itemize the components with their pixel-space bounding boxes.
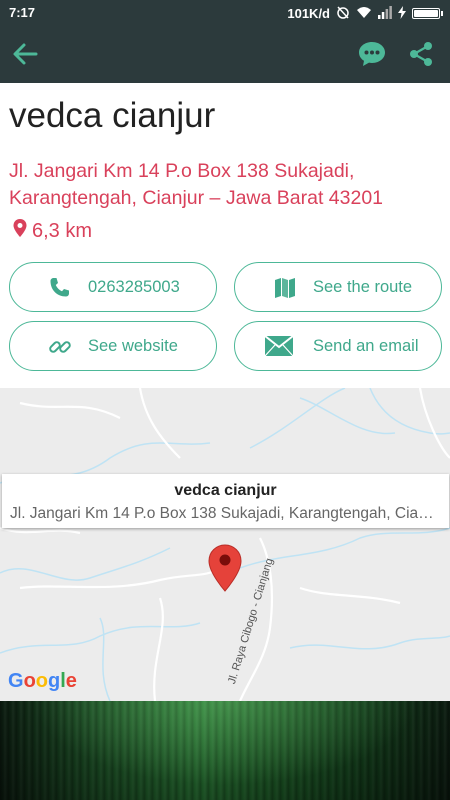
- map-info-window[interactable]: vedca cianjur Jl. Jangari Km 14 P.o Box …: [2, 474, 449, 528]
- status-icons: 101K/d: [287, 5, 443, 22]
- send-email-label: Send an email: [313, 337, 419, 355]
- battery-icon: [412, 8, 443, 19]
- call-button-label: 0263285003: [88, 278, 180, 296]
- location-pin-icon: [12, 218, 28, 244]
- share-icon[interactable]: [408, 41, 434, 67]
- info-window-address: Jl. Jangari Km 14 P.o Box 138 Sukajadi, …: [10, 505, 442, 522]
- status-time: 7:17: [9, 5, 36, 20]
- wifi-icon: [356, 6, 372, 22]
- map-pin-icon[interactable]: [207, 543, 243, 593]
- charging-icon: [398, 5, 406, 22]
- distance-value: 6,3 km: [32, 219, 93, 242]
- alarm-off-icon: [336, 5, 350, 22]
- see-website-label: See website: [88, 337, 178, 355]
- link-icon: [48, 335, 72, 359]
- see-route-button[interactable]: See the route: [234, 262, 442, 312]
- network-speed: 101K/d: [287, 6, 330, 21]
- call-button[interactable]: 0263285003: [9, 262, 217, 312]
- map-icon: [273, 276, 297, 300]
- see-website-button[interactable]: See website: [9, 321, 217, 371]
- send-email-button[interactable]: Send an email: [234, 321, 442, 371]
- app-toolbar: [0, 25, 450, 83]
- status-bar: 7:17 101K/d: [0, 0, 450, 25]
- bottom-banner-image: [0, 701, 450, 800]
- envelope-icon: [264, 335, 294, 359]
- signal-icon: [378, 5, 392, 22]
- place-title: vedca cianjur: [9, 96, 216, 135]
- place-distance: 6,3 km: [12, 218, 92, 244]
- see-route-label: See the route: [313, 278, 413, 296]
- back-arrow-icon[interactable]: [10, 39, 40, 69]
- phone-icon: [48, 276, 72, 300]
- google-logo-text: Google: [8, 670, 77, 692]
- info-window-title: vedca cianjur: [174, 482, 277, 499]
- chat-icon[interactable]: [358, 41, 386, 67]
- place-address: Jl. Jangari Km 14 P.o Box 138 Sukajadi, …: [9, 160, 384, 209]
